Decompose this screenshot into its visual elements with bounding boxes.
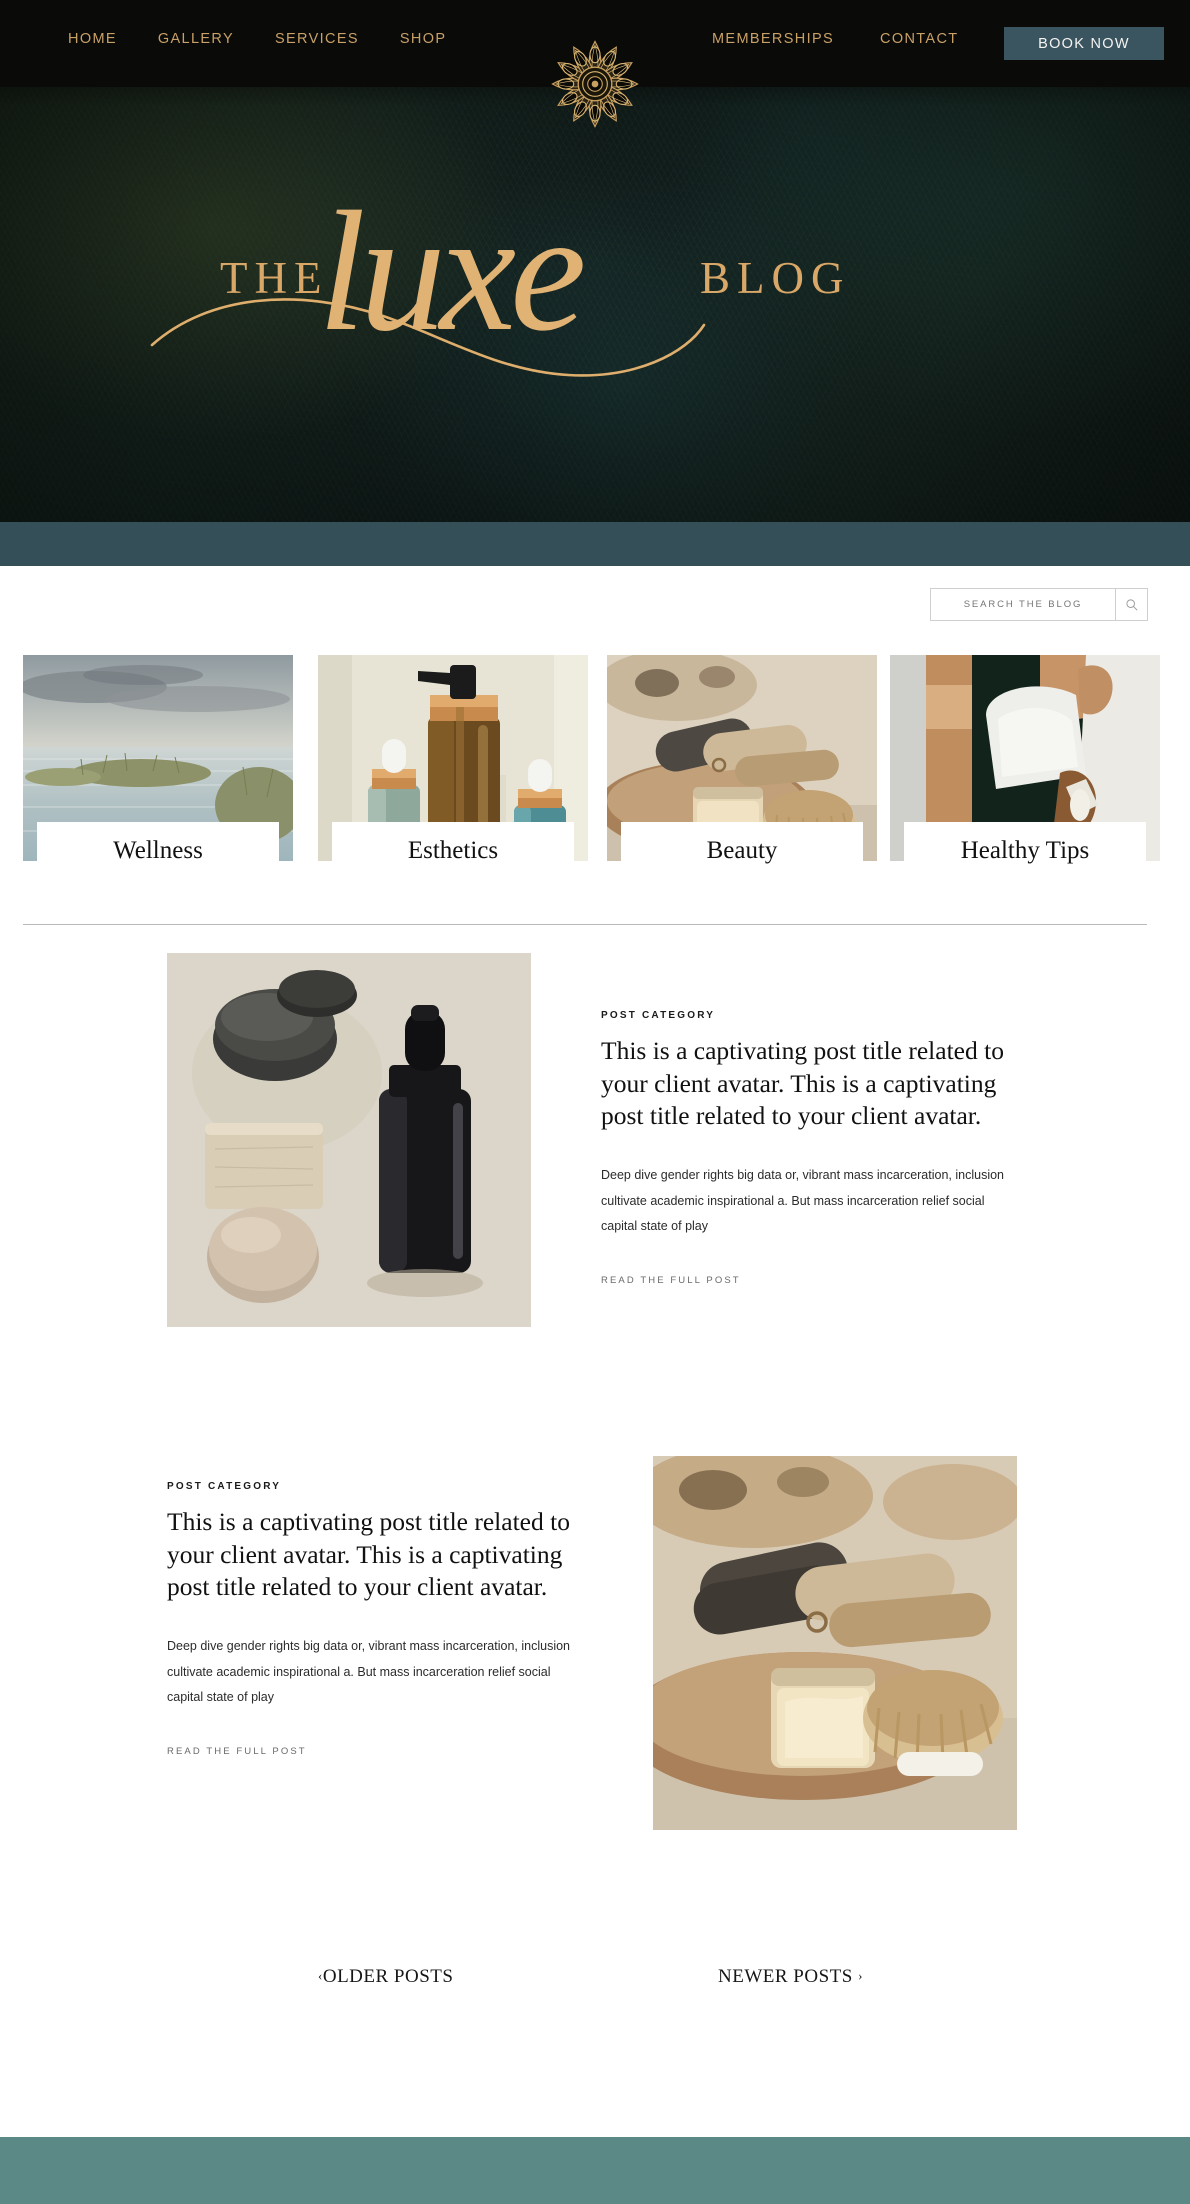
post-title[interactable]: This is a captivating post title related… bbox=[167, 1506, 582, 1604]
primary-nav-left: HOME GALLERY SERVICES SHOP bbox=[68, 31, 446, 47]
footer-accent-bar bbox=[0, 2137, 1190, 2204]
category-strip: Wellness Esthetics Beauty Healthy Tips bbox=[0, 655, 1190, 880]
hero-word-blog: BLOG bbox=[700, 253, 851, 303]
read-full-post-link[interactable]: READ THE FULL POST bbox=[601, 1275, 741, 1286]
blog-post-body: POST CATEGORY This is a captivating post… bbox=[601, 1010, 1016, 1288]
teal-accent-bar bbox=[0, 522, 1190, 566]
category-card-beauty[interactable]: Beauty bbox=[607, 655, 877, 880]
category-label: Esthetics bbox=[332, 822, 574, 880]
primary-nav-right: MEMBERSHIPS CONTACT bbox=[712, 31, 958, 47]
blog-post-item: POST CATEGORY This is a captivating post… bbox=[0, 1456, 1190, 1830]
nav-services[interactable]: SERVICES bbox=[275, 31, 359, 47]
pagination: ‹OLDER POSTS NEWER POSTS › bbox=[0, 1966, 1190, 2006]
search-submit-button[interactable] bbox=[1115, 589, 1147, 620]
hero-title-group: THE luxe BLOG bbox=[0, 186, 1190, 386]
section-divider bbox=[23, 924, 1147, 925]
blog-post-item: POST CATEGORY This is a captivating post… bbox=[0, 953, 1190, 1336]
book-now-button[interactable]: BOOK NOW bbox=[1004, 27, 1164, 60]
blog-post-body: POST CATEGORY This is a captivating post… bbox=[167, 1481, 582, 1759]
stones-dropper-bottle-photo[interactable] bbox=[167, 953, 531, 1327]
newer-posts-label: NEWER POSTS bbox=[718, 1966, 853, 1987]
mandala-peacock-icon[interactable] bbox=[539, 28, 651, 140]
category-card-wellness[interactable]: Wellness bbox=[23, 655, 293, 880]
post-category-label: POST CATEGORY bbox=[601, 1010, 716, 1021]
post-excerpt: Deep dive gender rights big data or, vib… bbox=[601, 1167, 1004, 1234]
search-input[interactable] bbox=[931, 589, 1115, 620]
nav-contact[interactable]: CONTACT bbox=[880, 31, 958, 47]
hero-word-script: luxe bbox=[318, 177, 586, 367]
category-card-healthy-tips[interactable]: Healthy Tips bbox=[890, 655, 1160, 880]
category-card-esthetics[interactable]: Esthetics bbox=[318, 655, 588, 880]
category-label: Wellness bbox=[37, 822, 279, 880]
older-posts-label: OLDER POSTS bbox=[322, 1966, 454, 1987]
search-bar bbox=[930, 588, 1148, 621]
nav-shop[interactable]: SHOP bbox=[400, 31, 447, 47]
post-excerpt: Deep dive gender rights big data or, vib… bbox=[167, 1638, 570, 1705]
read-full-post-link[interactable]: READ THE FULL POST bbox=[167, 1746, 307, 1757]
nav-memberships[interactable]: MEMBERSHIPS bbox=[712, 31, 834, 47]
post-title[interactable]: This is a captivating post title related… bbox=[601, 1035, 1016, 1133]
nav-gallery[interactable]: GALLERY bbox=[158, 31, 234, 47]
towels-balm-jar-brush-photo[interactable] bbox=[653, 1456, 1017, 1830]
chevron-right-icon: › bbox=[858, 1968, 863, 1983]
older-posts-link[interactable]: ‹OLDER POSTS bbox=[318, 1966, 453, 1988]
hero-word-the: THE bbox=[220, 253, 329, 303]
category-label: Healthy Tips bbox=[904, 822, 1146, 880]
newer-posts-link[interactable]: NEWER POSTS › bbox=[718, 1966, 863, 1988]
search-icon bbox=[1126, 599, 1138, 611]
nav-home[interactable]: HOME bbox=[68, 31, 117, 47]
category-label: Beauty bbox=[621, 822, 863, 880]
post-category-label: POST CATEGORY bbox=[167, 1481, 282, 1492]
